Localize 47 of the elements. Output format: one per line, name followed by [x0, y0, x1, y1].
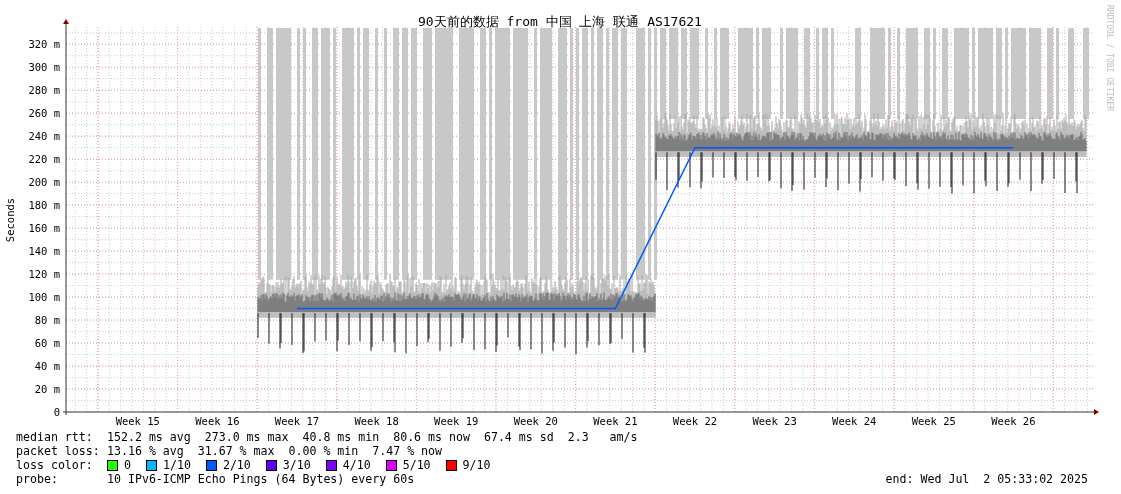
y-tick-label: 140 m — [28, 245, 60, 258]
chart-title: 90天前的数据 from 中国 上海 联通 AS17621 — [418, 14, 702, 29]
y-tick-label: 260 m — [28, 107, 60, 120]
legend-item-label: 5/10 — [402, 458, 431, 472]
x-tick-label: Week 18 — [354, 415, 399, 427]
legend-item-label: 2/10 — [222, 458, 251, 472]
x-tick-label: Week 16 — [195, 415, 240, 427]
legend-item-label: 0 — [124, 458, 131, 472]
x-tick-label: Week 15 — [115, 415, 160, 427]
x-tick-label: Week 21 — [593, 415, 638, 427]
x-tick-label: Week 22 — [672, 415, 718, 427]
legend-label: packet loss: — [16, 444, 101, 458]
credit-text: RRDTOOL / TOBI OETIKER — [1105, 5, 1114, 111]
y-tick-label: 300 m — [28, 61, 60, 74]
x-tick-label: Week 25 — [911, 415, 956, 427]
y-tick-label: 60 m — [34, 337, 60, 350]
y-tick-label: 40 m — [34, 360, 60, 373]
y-tick-label: 320 m — [28, 38, 60, 51]
y-tick-label: 240 m — [28, 130, 60, 143]
legend-item-label: 4/10 — [342, 458, 371, 472]
legend-value: 10 IPv6-ICMP Echo Pings (64 Bytes) every 60s — [107, 472, 415, 486]
y-tick-label: 100 m — [28, 291, 60, 304]
legend-item-label: 9/10 — [462, 458, 491, 472]
axis-title: Seconds — [4, 197, 16, 243]
x-tick-label: Week 17 — [274, 415, 320, 427]
legend-item-label: 1/10 — [163, 458, 191, 472]
legend-value: 152.2 ms avg 273.0 ms max 40.8 ms min 80.6 ms now 67.4 ms sd 2.3 am/s — [107, 430, 638, 444]
legend-item-label: 3/10 — [282, 458, 311, 472]
y-tick-label: 180 m — [28, 199, 60, 212]
legend-label: probe: — [16, 472, 59, 486]
x-tick-label: Week 26 — [991, 415, 1036, 427]
y-tick-label: 120 m — [28, 268, 60, 281]
legend-label: median rtt: — [16, 430, 94, 444]
y-tick-label: 200 m — [28, 176, 60, 189]
y-tick-label: 20 m — [34, 383, 60, 395]
legend-label: loss color: — [16, 458, 94, 472]
y-tick-label: 80 m — [34, 314, 60, 327]
end-time: end: Wed Jul 2 05:33:02 2025 — [885, 472, 1088, 486]
y-tick-label: 220 m — [28, 153, 60, 166]
x-tick-label: Week 23 — [752, 415, 797, 427]
y-tick-label: 0 — [53, 406, 60, 418]
y-tick-label: 280 m — [28, 84, 60, 97]
legend-value: 13.16 % avg 31.67 % max 0.00 % min 7.47 % now — [107, 444, 443, 458]
x-tick-label: Week 24 — [832, 415, 877, 427]
x-tick-label: Week 20 — [513, 415, 558, 427]
x-tick-label: Week 19 — [434, 415, 479, 427]
y-tick-label: 160 m — [28, 222, 60, 235]
